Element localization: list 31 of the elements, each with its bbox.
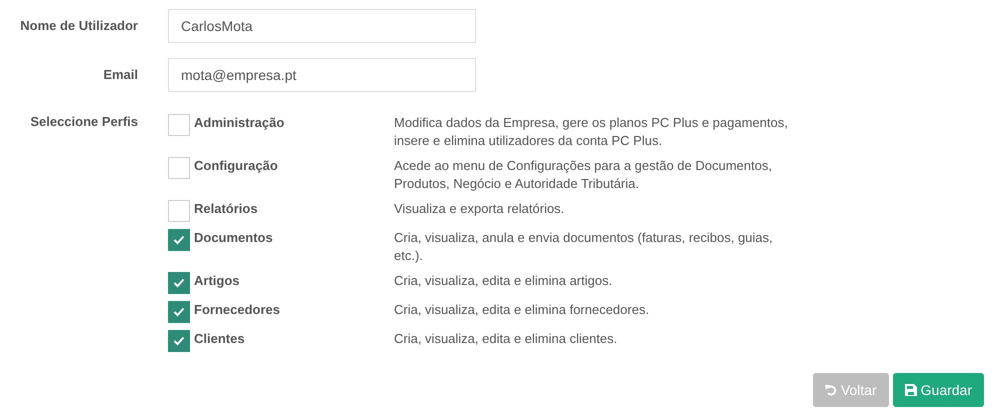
- checkbox[interactable]: [168, 157, 190, 179]
- profile-name: Artigos: [194, 272, 240, 290]
- checkbox[interactable]: [168, 229, 190, 251]
- checkbox[interactable]: [168, 301, 190, 323]
- checkmark-icon: [173, 307, 185, 317]
- profile-name: Administração: [194, 114, 286, 132]
- profile-name: Clientes: [194, 330, 246, 348]
- checkbox[interactable]: [168, 200, 190, 222]
- field-label: Seleccione Perfis: [29, 114, 138, 129]
- profile-description: Cria, visualiza, edita e elimina fornecedores.: [394, 301, 650, 319]
- checkmark-icon: [173, 278, 185, 288]
- profile-description: Modifica dados da Empresa, gere os planos PC Plus e pagamentos, insere e elimina utilizadores da conta PC Plus.: [394, 114, 789, 150]
- checkmark-icon: [173, 336, 185, 346]
- profile-description: Cria, visualiza, edita e elimina clientes.: [394, 330, 618, 348]
- checkbox[interactable]: [168, 114, 190, 136]
- profile-name: Fornecedores: [194, 301, 281, 319]
- checkbox[interactable]: [168, 330, 190, 352]
- profile-name: Documentos: [194, 229, 274, 247]
- undo-icon: [824, 384, 837, 396]
- profile-description: Acede ao menu de Configurações para a gestão de Documentos, Produtos, Negócio e Autoridade Tributária.: [394, 157, 773, 193]
- checkmark-icon: [173, 235, 185, 245]
- field-label: Nome de Utilizador: [19, 17, 138, 35]
- field-label: Email: [102, 66, 138, 84]
- profile-description: Cria, visualiza, anula e envia documentos (faturas, recibos, guias, etc.).: [394, 229, 774, 265]
- checkbox[interactable]: [168, 272, 190, 294]
- profile-description: Visualiza e exporta relatórios.: [394, 200, 566, 218]
- profile-name: Configuração: [194, 157, 279, 175]
- input-field[interactable]: mota@empresa.pt: [168, 58, 476, 92]
- profile-name: Relatórios: [194, 200, 259, 218]
- input-field[interactable]: CarlosMota: [168, 9, 476, 43]
- profile-description: Cria, visualiza, edita e elimina artigos.: [394, 272, 614, 290]
